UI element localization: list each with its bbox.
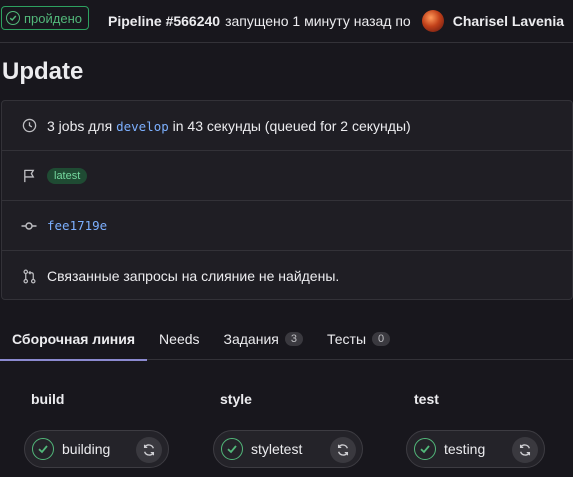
- branch-link[interactable]: develop: [116, 119, 169, 134]
- page-title: Update: [2, 58, 84, 85]
- pipeline-header: пройдено Pipeline #566240 запущено 1 мин…: [0, 0, 573, 38]
- job-building[interactable]: building: [24, 430, 169, 468]
- user-name-link[interactable]: Charisel Lavenia: [453, 13, 564, 29]
- jobs-count-badge: 3: [284, 332, 303, 346]
- status-label: пройдено: [24, 10, 82, 26]
- tab-pipeline[interactable]: Сборочная линия: [0, 318, 148, 361]
- job-name: testing: [444, 441, 486, 457]
- tag-badge[interactable]: latest: [47, 167, 88, 184]
- clock-icon: [21, 118, 37, 134]
- check-circle-icon: [32, 438, 54, 460]
- retry-button[interactable]: [136, 437, 162, 463]
- tab-label: Сборочная линия: [12, 331, 136, 347]
- commit-link[interactable]: fee1719e: [47, 218, 107, 233]
- tab-tests[interactable]: Тесты 0: [315, 318, 402, 360]
- info-row-commit: fee1719e: [2, 201, 572, 251]
- pipeline-meta: Pipeline #566240 запущено 1 минуту назад…: [108, 10, 573, 32]
- retry-button[interactable]: [512, 437, 538, 463]
- check-circle-icon: [414, 438, 436, 460]
- header-divider: [0, 42, 573, 43]
- commit-icon: [21, 218, 37, 234]
- info-row-tag: latest: [2, 151, 572, 201]
- retry-icon: [143, 444, 155, 456]
- jobs-summary: 3 jobs для develop in 43 секунды (queued…: [47, 118, 411, 134]
- job-name: building: [62, 441, 111, 457]
- tab-label: Needs: [159, 331, 200, 347]
- tab-jobs[interactable]: Задания 3: [212, 318, 315, 360]
- merge-requests-text: Связанные запросы на слияние не найдены.: [47, 268, 340, 284]
- pipeline-info-card: 3 jobs для develop in 43 секунды (queued…: [1, 100, 573, 300]
- pipeline-id: Pipeline #566240: [108, 13, 221, 29]
- retry-icon: [519, 444, 531, 456]
- started-text: запущено 1 минуту назад по: [225, 13, 411, 29]
- duration-text: in 43 секунды (queued for 2 секунды): [172, 117, 411, 134]
- pipeline-tabs: Сборочная линия Needs Задания 3 Тесты 0: [0, 318, 573, 361]
- tests-count-badge: 0: [372, 332, 391, 346]
- info-row-merge-requests: Связанные запросы на слияние не найдены.: [2, 251, 572, 301]
- stage-title-style: style: [220, 391, 252, 407]
- job-testing[interactable]: testing: [406, 430, 545, 468]
- check-circle-icon: [221, 438, 243, 460]
- tab-label: Задания: [223, 331, 279, 347]
- status-badge[interactable]: пройдено: [1, 6, 89, 30]
- merge-request-icon: [21, 268, 37, 284]
- jobs-count: 3 jobs для: [47, 117, 113, 134]
- avatar[interactable]: [421, 10, 444, 32]
- retry-button[interactable]: [330, 437, 356, 463]
- tab-label: Тесты: [326, 331, 367, 347]
- stage-title-build: build: [31, 391, 65, 407]
- info-row-jobs: 3 jobs для develop in 43 секунды (queued…: [2, 101, 572, 151]
- job-name: styletest: [251, 441, 303, 457]
- stage-title-test: test: [414, 391, 439, 407]
- check-circle-icon: [6, 11, 20, 25]
- retry-icon: [337, 444, 349, 456]
- job-styletest[interactable]: styletest: [213, 430, 363, 468]
- tab-needs[interactable]: Needs: [147, 318, 211, 360]
- flag-icon: [21, 168, 37, 184]
